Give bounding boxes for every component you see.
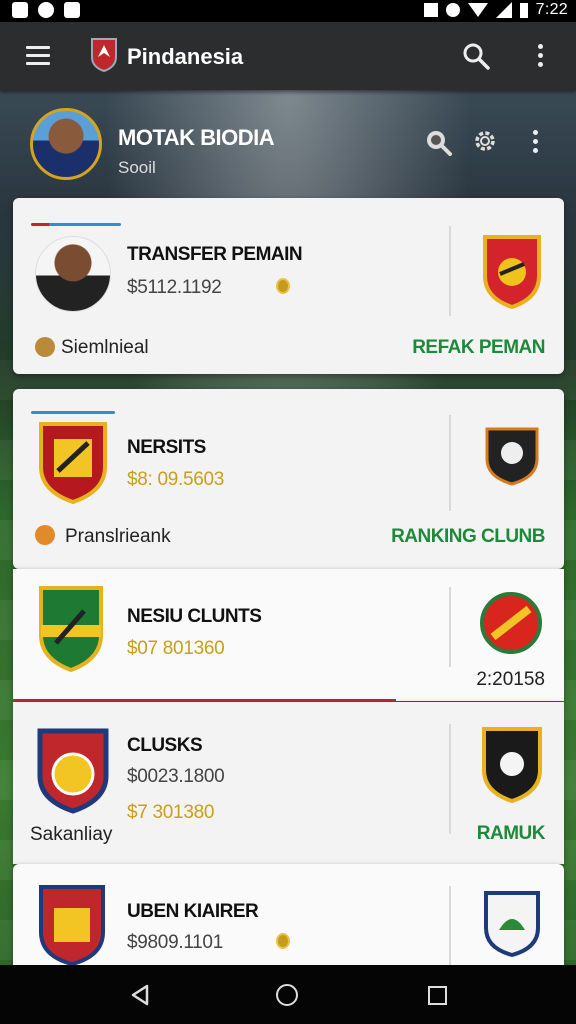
card-title: TRANSFER PEMAIN — [127, 244, 303, 265]
divider — [449, 587, 451, 667]
club-crest-icon — [480, 592, 542, 654]
divider — [449, 226, 451, 316]
card-title: NERSITS — [127, 437, 206, 458]
club-crest-icon — [485, 427, 539, 486]
club-crest-icon — [484, 891, 540, 958]
progress-accent — [31, 411, 115, 414]
profile-name: MOTAK BIODIA — [118, 125, 275, 150]
club-crest-icon — [482, 727, 542, 804]
vibrate-icon — [423, 3, 438, 17]
status-bar: 7:22 — [0, 0, 576, 22]
card-uben-kiairer[interactable]: UBEN KIAIRER $9809.1101 — [13, 864, 564, 965]
club-crest-icon — [37, 728, 109, 814]
card-title: NESIU CLUNTS — [127, 606, 262, 627]
club-crest-icon — [39, 586, 103, 673]
card-title: CLUSKS — [127, 735, 203, 756]
card-amount: $5112.1192 — [127, 277, 222, 298]
divider — [449, 886, 451, 965]
card-amount: $0023.1800 — [127, 766, 225, 787]
card-title: UBEN KIAIRER — [127, 901, 259, 922]
club-crest-icon — [483, 235, 541, 310]
card-footer-label: Pranslrieank — [65, 526, 171, 547]
badge-icon — [35, 525, 55, 545]
club-crest-icon — [39, 885, 105, 965]
card-amount: $07 801360 — [127, 638, 225, 659]
card-amount-secondary: $7 301380 — [127, 802, 215, 823]
badge-icon — [35, 337, 55, 357]
profile-header: MOTAK BIODIA Sooil — [0, 92, 576, 192]
card-amount: $9809.1101 — [127, 932, 223, 953]
card-footer-label: Siemlnieal — [61, 337, 149, 358]
action-link[interactable]: RAMUK — [477, 823, 546, 845]
app-bar: Pindanesia — [0, 22, 576, 90]
divider — [449, 415, 451, 511]
card-nersits[interactable]: NERSITS $8: 09.5603 Pranslrieank RANKING… — [13, 389, 564, 569]
card-value: 2:20158 — [476, 669, 545, 690]
player-avatar — [35, 236, 111, 312]
card-clusks[interactable]: CLUSKS $0023.1800 $7 301380 Sakanliay RA… — [13, 702, 564, 864]
gallery-icon — [12, 2, 28, 18]
recents-icon[interactable] — [428, 986, 447, 1005]
coin-icon — [276, 933, 290, 949]
card-footer-label: Sakanliay — [30, 824, 113, 845]
profile-subtitle: Sooil — [118, 158, 156, 177]
card-transfer[interactable]: TRANSFER PEMAIN $5112.1192 Siemlnieal RE… — [13, 198, 564, 374]
search-icon[interactable] — [462, 42, 490, 70]
card-nesiu-clunts[interactable]: NESIU CLUNTS $07 801360 2:20158 — [13, 569, 564, 701]
more-options-icon[interactable] — [533, 130, 538, 157]
divider — [449, 724, 451, 834]
home-icon[interactable] — [276, 984, 298, 1006]
action-link[interactable]: REFAK PEMAN — [412, 337, 545, 359]
club-crest-icon — [39, 422, 107, 505]
notification-icon — [38, 2, 54, 18]
gear-icon[interactable] — [472, 128, 498, 154]
app-logo — [91, 38, 117, 73]
wifi-icon — [467, 3, 488, 17]
coin-icon — [276, 278, 290, 294]
progress-accent — [31, 223, 121, 226]
image-icon — [64, 2, 80, 18]
more-options-icon[interactable] — [538, 44, 543, 71]
back-icon[interactable] — [130, 984, 150, 1006]
card-amount: $8: 09.5603 — [127, 469, 225, 490]
action-link[interactable]: RANKING CLUNB — [391, 526, 545, 548]
app-title: Pindanesia — [127, 44, 244, 69]
signal-icon — [495, 2, 512, 18]
search-icon[interactable] — [424, 128, 452, 156]
clock: 7:22 — [535, 1, 568, 18]
sync-icon — [445, 3, 460, 17]
avatar[interactable] — [30, 108, 102, 180]
system-nav-bar — [0, 965, 576, 1024]
menu-icon[interactable] — [26, 46, 50, 66]
battery-icon — [519, 2, 528, 18]
